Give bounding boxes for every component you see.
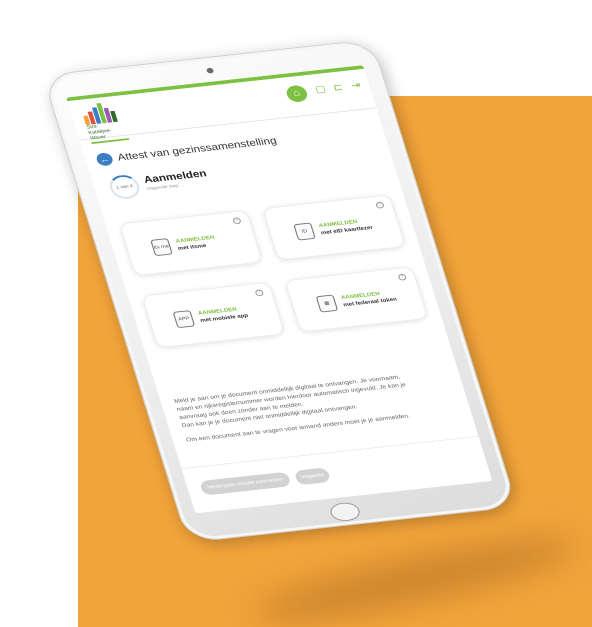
token-icon: ▦ [315, 294, 339, 313]
help-icon[interactable]: ? [254, 289, 265, 297]
next-button[interactable]: Volgende [293, 467, 332, 486]
camera-icon [205, 67, 215, 74]
login-option-eid[interactable]: ? ID AANMELDEN met eID kaartlezer [262, 194, 406, 261]
document-icon[interactable]: ▢ [313, 84, 330, 96]
help-icon[interactable]: ? [397, 273, 408, 281]
login-description: Meld je aan om je document onmiddellijk … [173, 369, 456, 431]
continue-without-login-button[interactable]: Verdergaan zonder aanmelden [199, 471, 292, 496]
folder-icon[interactable]: ⊏ [330, 82, 347, 94]
footer-divider [181, 435, 479, 470]
login-option-title: AANMELDEN [174, 234, 216, 245]
mobile-app-icon: APP [172, 310, 196, 329]
login-option-subtitle: met itsme [177, 243, 208, 252]
card-reader-icon: ID [293, 222, 316, 241]
help-icon[interactable]: ? [232, 217, 242, 225]
itsme-icon: its me [150, 238, 173, 257]
page-title: Attest van gezinssamenstelling [116, 135, 279, 164]
step-progress-circle: 1 van 4 [106, 173, 143, 201]
scene: Sint- Katelijne- Waver ⌂ ▢ ⊏ ⇥ ← Attest … [0, 0, 592, 627]
municipality-logo[interactable]: Sint- Katelijne- Waver [80, 101, 134, 144]
home-icon[interactable]: ⌂ [284, 84, 310, 103]
login-icon[interactable]: ⇥ [348, 80, 365, 92]
login-option-federal-token[interactable]: ? ▦ AANMELDEN met federaal token [284, 266, 429, 333]
help-icon[interactable]: ? [375, 201, 385, 209]
login-option-itsme[interactable]: ? its me AANMELDEN met itsme [119, 209, 263, 277]
tablet-home-button [328, 501, 363, 523]
back-arrow-icon[interactable]: ← [94, 152, 115, 167]
login-option-mobile-app[interactable]: ? APP AANMELDEN met mobiele app [141, 281, 286, 349]
